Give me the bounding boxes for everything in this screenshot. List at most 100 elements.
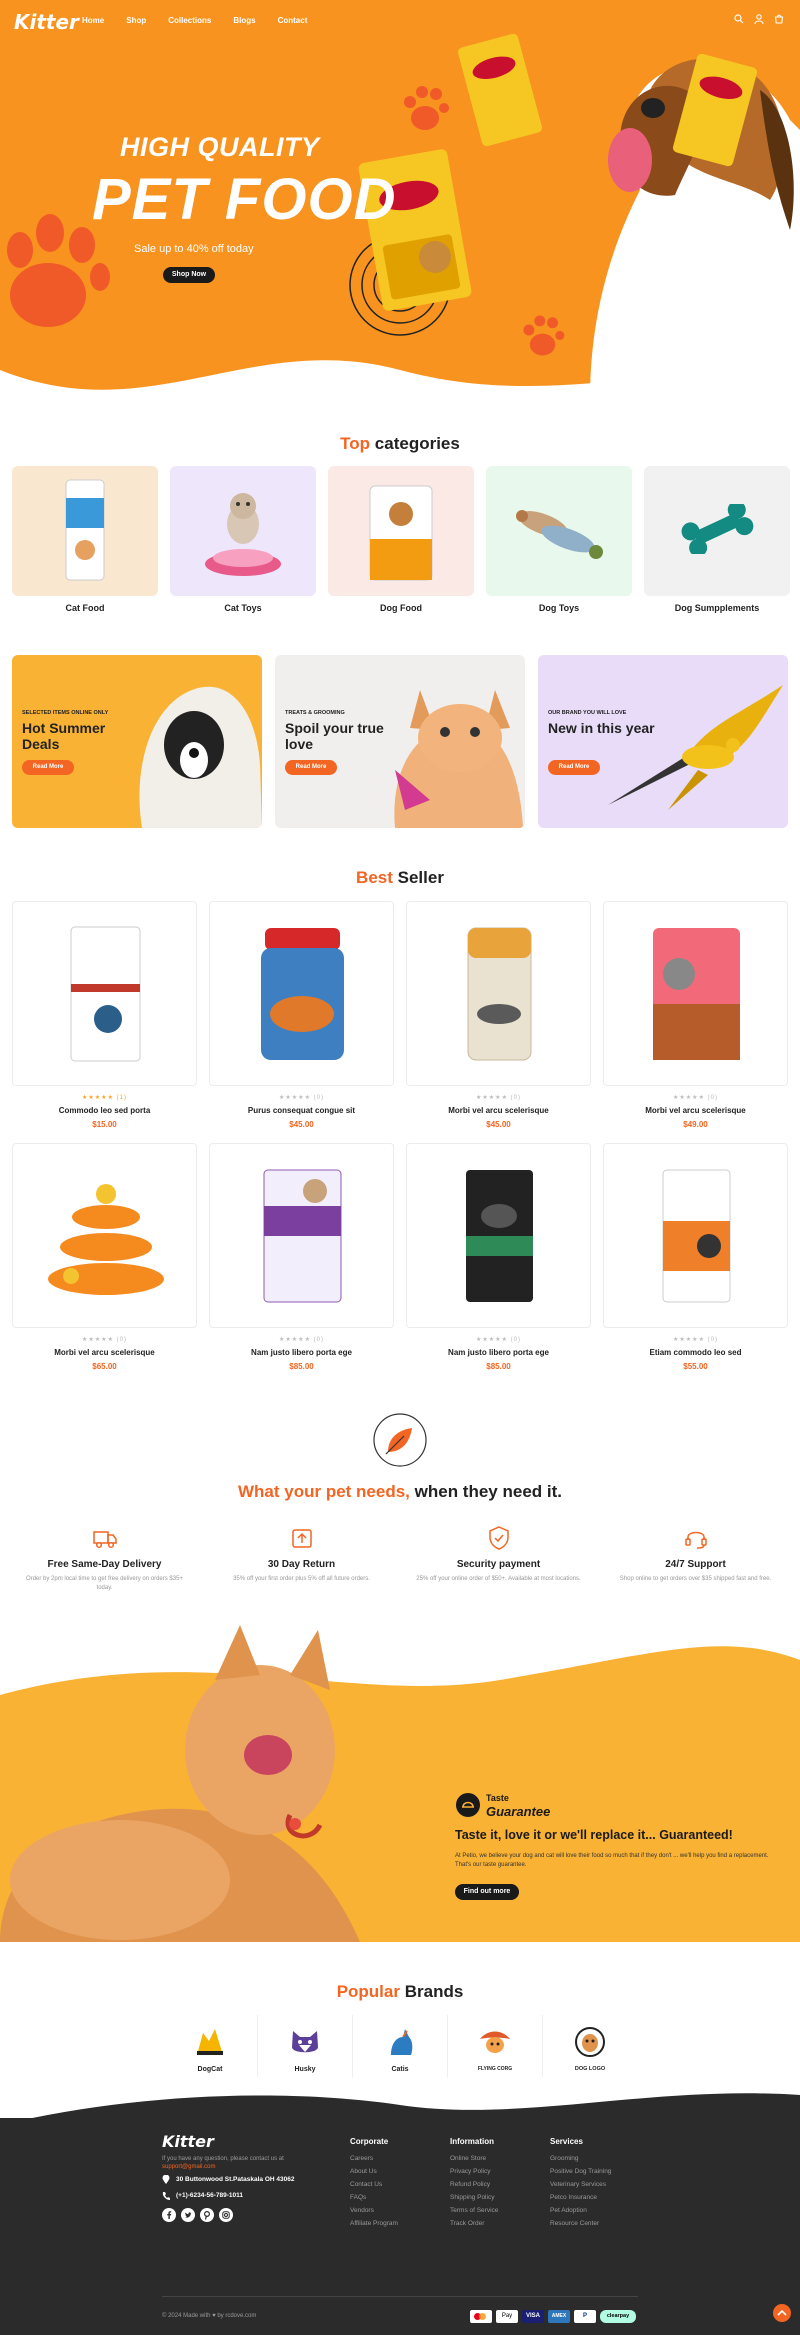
product-image xyxy=(48,1184,164,1295)
footer-col-title: Information xyxy=(450,2137,494,2146)
footer-link[interactable]: Grooming xyxy=(550,2152,611,2165)
footer-link[interactable]: Positive Dog Training xyxy=(550,2165,611,2178)
instagram-icon[interactable] xyxy=(219,2208,233,2222)
twitter-icon[interactable] xyxy=(181,2208,195,2222)
footer-link[interactable]: Veterinary Services xyxy=(550,2178,611,2191)
shop-now-button[interactable]: Shop Now xyxy=(163,267,215,283)
pinterest-icon[interactable] xyxy=(200,2208,214,2222)
footer-phone[interactable]: (+1)-6234-56-789-1011 xyxy=(176,2192,243,2199)
footer-link[interactable]: About Us xyxy=(350,2165,398,2178)
footer-link[interactable]: FAQs xyxy=(350,2191,398,2204)
promo-banner-new[interactable]: OUR BRAND YOU WILL LOVE New in this year… xyxy=(538,655,788,828)
footer-link[interactable]: Careers xyxy=(350,2152,398,2165)
payment-icons: Pay VISA AMEX P clearpay xyxy=(470,2310,636,2323)
footer-email[interactable]: support@gmail.com xyxy=(162,2164,215,2170)
brand-logo-catis[interactable]: Catis xyxy=(365,2025,435,2080)
footer-link[interactable]: Online Store xyxy=(450,2152,498,2165)
footer-link[interactable]: Privacy Policy xyxy=(450,2165,498,2178)
category-label[interactable]: Dog Toys xyxy=(486,603,632,613)
nav-collections[interactable]: Collections xyxy=(168,16,211,25)
footer-link[interactable]: Refund Policy xyxy=(450,2178,498,2191)
scroll-to-top-icon[interactable] xyxy=(773,2304,791,2322)
product-name[interactable]: Purus consequat congue sit xyxy=(209,1106,394,1115)
catis-logo-icon xyxy=(391,2029,413,2055)
product-card[interactable] xyxy=(12,1143,197,1328)
read-more-button[interactable]: Read More xyxy=(22,760,74,775)
cart-icon[interactable] xyxy=(774,14,784,24)
footer-link[interactable]: Track Order xyxy=(450,2217,498,2230)
footer-link[interactable]: Affiliate Program xyxy=(350,2217,398,2230)
product-price: $65.00 xyxy=(92,1362,117,1371)
read-more-button[interactable]: Read More xyxy=(548,760,600,775)
brand-logo-flying-corg[interactable]: FLYING CORG xyxy=(460,2025,530,2080)
footer-link[interactable]: Resource Center xyxy=(550,2217,611,2230)
brand-logo-dogcat[interactable]: DogCat xyxy=(175,2025,245,2080)
brand-name: DOG LOGO xyxy=(574,2066,606,2072)
product-name[interactable]: Commodo leo sed porta xyxy=(12,1106,197,1115)
site-logo[interactable]: Kitter xyxy=(14,10,79,34)
product-card[interactable] xyxy=(406,1143,591,1328)
feature-title: 24/7 Support xyxy=(665,1559,726,1570)
product-card[interactable] xyxy=(209,1143,394,1328)
category-label[interactable]: Dog Food xyxy=(328,603,474,613)
footer-col-title: Services xyxy=(550,2137,583,2146)
product-card[interactable] xyxy=(406,901,591,1086)
product-name[interactable]: Nam justo libero porta ege xyxy=(406,1348,591,1357)
hero-subtitle: HIGH QUALITY xyxy=(120,132,320,162)
mastercard-icon xyxy=(470,2310,492,2323)
footer-link[interactable]: Petco Insurance xyxy=(550,2191,611,2204)
category-label[interactable]: Cat Toys xyxy=(170,603,316,613)
category-card-dog-food[interactable] xyxy=(328,466,474,596)
product-card[interactable] xyxy=(603,901,788,1086)
product-price: $45.00 xyxy=(486,1120,511,1129)
product-card[interactable] xyxy=(12,901,197,1086)
category-card-cat-food[interactable] xyxy=(12,466,158,596)
category-label[interactable]: Cat Food xyxy=(12,603,158,613)
product-name[interactable]: Nam justo libero porta ege xyxy=(209,1348,394,1357)
footer-link[interactable]: Vendors xyxy=(350,2204,398,2217)
promo-banner-love[interactable]: TREATS & GROOMING Spoil your true love R… xyxy=(275,655,525,828)
nav-contact[interactable]: Contact xyxy=(278,16,308,25)
brand-name: Catis xyxy=(391,2066,409,2073)
feature-desc: 35% off your first order plus 5% off all… xyxy=(233,1576,370,1582)
nav-shop[interactable]: Shop xyxy=(126,16,146,25)
footer-link[interactable]: Terms of Service xyxy=(450,2204,498,2217)
footer-logo[interactable]: Kitter xyxy=(162,2132,214,2151)
category-card-dog-toys[interactable] xyxy=(486,466,632,596)
footer-link[interactable]: Pet Adoption xyxy=(550,2204,611,2217)
facebook-icon[interactable] xyxy=(162,2208,176,2222)
product-name[interactable]: Morbi vel arcu scelerisque xyxy=(603,1106,788,1115)
nav-home[interactable]: Home xyxy=(82,16,104,25)
nav-blogs[interactable]: Blogs xyxy=(233,16,255,25)
taste-body: At Petio, we believe your dog and cat wi… xyxy=(455,1853,769,1868)
read-more-button[interactable]: Read More xyxy=(285,760,337,775)
rating-stars: ★★★★★ (0) xyxy=(82,1337,127,1343)
footer-link[interactable]: Shipping Policy xyxy=(450,2191,498,2204)
footer-link[interactable]: Contact Us xyxy=(350,2178,398,2191)
brand-divider xyxy=(257,2015,258,2077)
amex-icon: AMEX xyxy=(548,2310,570,2323)
product-name[interactable]: Morbi vel arcu scelerisque xyxy=(406,1106,591,1115)
product-card[interactable] xyxy=(209,901,394,1086)
brand-logo-husky[interactable]: Husky xyxy=(270,2025,340,2080)
needs-heading: What your pet needs, when they need it. xyxy=(237,1482,562,1501)
hero-title: PET FOOD xyxy=(92,167,397,232)
product-price: $85.00 xyxy=(486,1362,511,1371)
footer-divider xyxy=(162,2296,638,2297)
footer-links-information: Online Store Privacy Policy Refund Polic… xyxy=(450,2152,498,2230)
product-name[interactable]: Morbi vel arcu scelerisque xyxy=(12,1348,197,1357)
product-card[interactable] xyxy=(603,1143,788,1328)
product-name[interactable]: Etiam commodo leo sed xyxy=(603,1348,788,1357)
brand-logo-dog-logo[interactable]: DOG LOGO xyxy=(555,2025,625,2080)
category-card-cat-toys[interactable] xyxy=(170,466,316,596)
taste-headline: Taste it, love it or we'll replace it...… xyxy=(455,1828,733,1842)
search-icon[interactable] xyxy=(734,14,744,24)
find-out-more-button[interactable]: Find out more xyxy=(455,1884,519,1900)
footer-address: 30 Buttonwood St.Pataskala OH 43062 xyxy=(176,2176,295,2183)
feature-security: Security payment 25% off your online ord… xyxy=(406,1525,591,1584)
category-label[interactable]: Dog Sumpplements xyxy=(644,603,790,613)
promo-banner-summer[interactable]: SELECTED ITEMS ONLINE ONLY Hot Summer De… xyxy=(12,655,262,828)
feature-title: 30 Day Return xyxy=(267,1559,336,1570)
category-card-dog-supplements[interactable] xyxy=(644,466,790,596)
user-icon[interactable] xyxy=(754,14,764,24)
